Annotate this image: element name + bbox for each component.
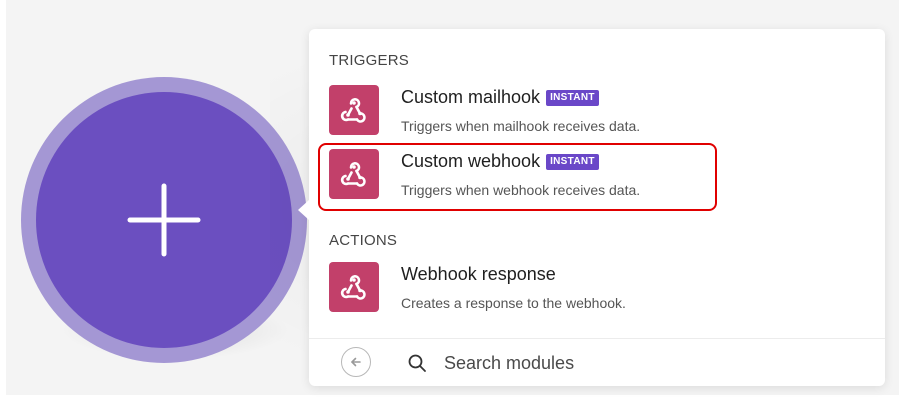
instant-badge: INSTANT [546, 89, 599, 106]
module-webhook-response[interactable]: Webhook response Creates a response to t… [329, 262, 869, 316]
module-custom-webhook[interactable]: Custom webhook INSTANT Triggers when web… [329, 149, 869, 203]
arrow-left-icon [351, 357, 361, 367]
module-description: Triggers when webhook receives data. [401, 182, 641, 198]
module-title-text: Custom mailhook [401, 87, 541, 107]
module-picker-panel: TRIGGERS Custom mailhook INSTANT Trigger… [309, 29, 885, 386]
module-description: Creates a response to the webhook. [401, 295, 626, 311]
module-title-text: Webhook response [401, 264, 556, 284]
section-label-actions: ACTIONS [329, 232, 398, 249]
module-title-text: Custom webhook [401, 151, 541, 171]
webhook-icon [329, 149, 379, 199]
module-title: Custom webhook INSTANT [401, 151, 599, 172]
module-custom-mailhook[interactable]: Custom mailhook INSTANT Triggers when ma… [329, 85, 869, 139]
plus-icon [127, 183, 201, 257]
panel-pointer [298, 200, 309, 220]
instant-badge: INSTANT [546, 153, 599, 170]
search-bar [309, 338, 885, 386]
webhook-icon [329, 85, 379, 135]
module-description: Triggers when mailhook receives data. [401, 118, 641, 134]
back-button[interactable] [341, 347, 371, 377]
add-module-node[interactable] [36, 92, 292, 348]
module-title: Custom mailhook INSTANT [401, 87, 599, 108]
section-label-triggers: TRIGGERS [329, 52, 409, 69]
search-input[interactable] [444, 349, 844, 377]
webhook-icon [329, 262, 379, 312]
module-title: Webhook response [401, 264, 556, 285]
search-icon [408, 354, 426, 372]
